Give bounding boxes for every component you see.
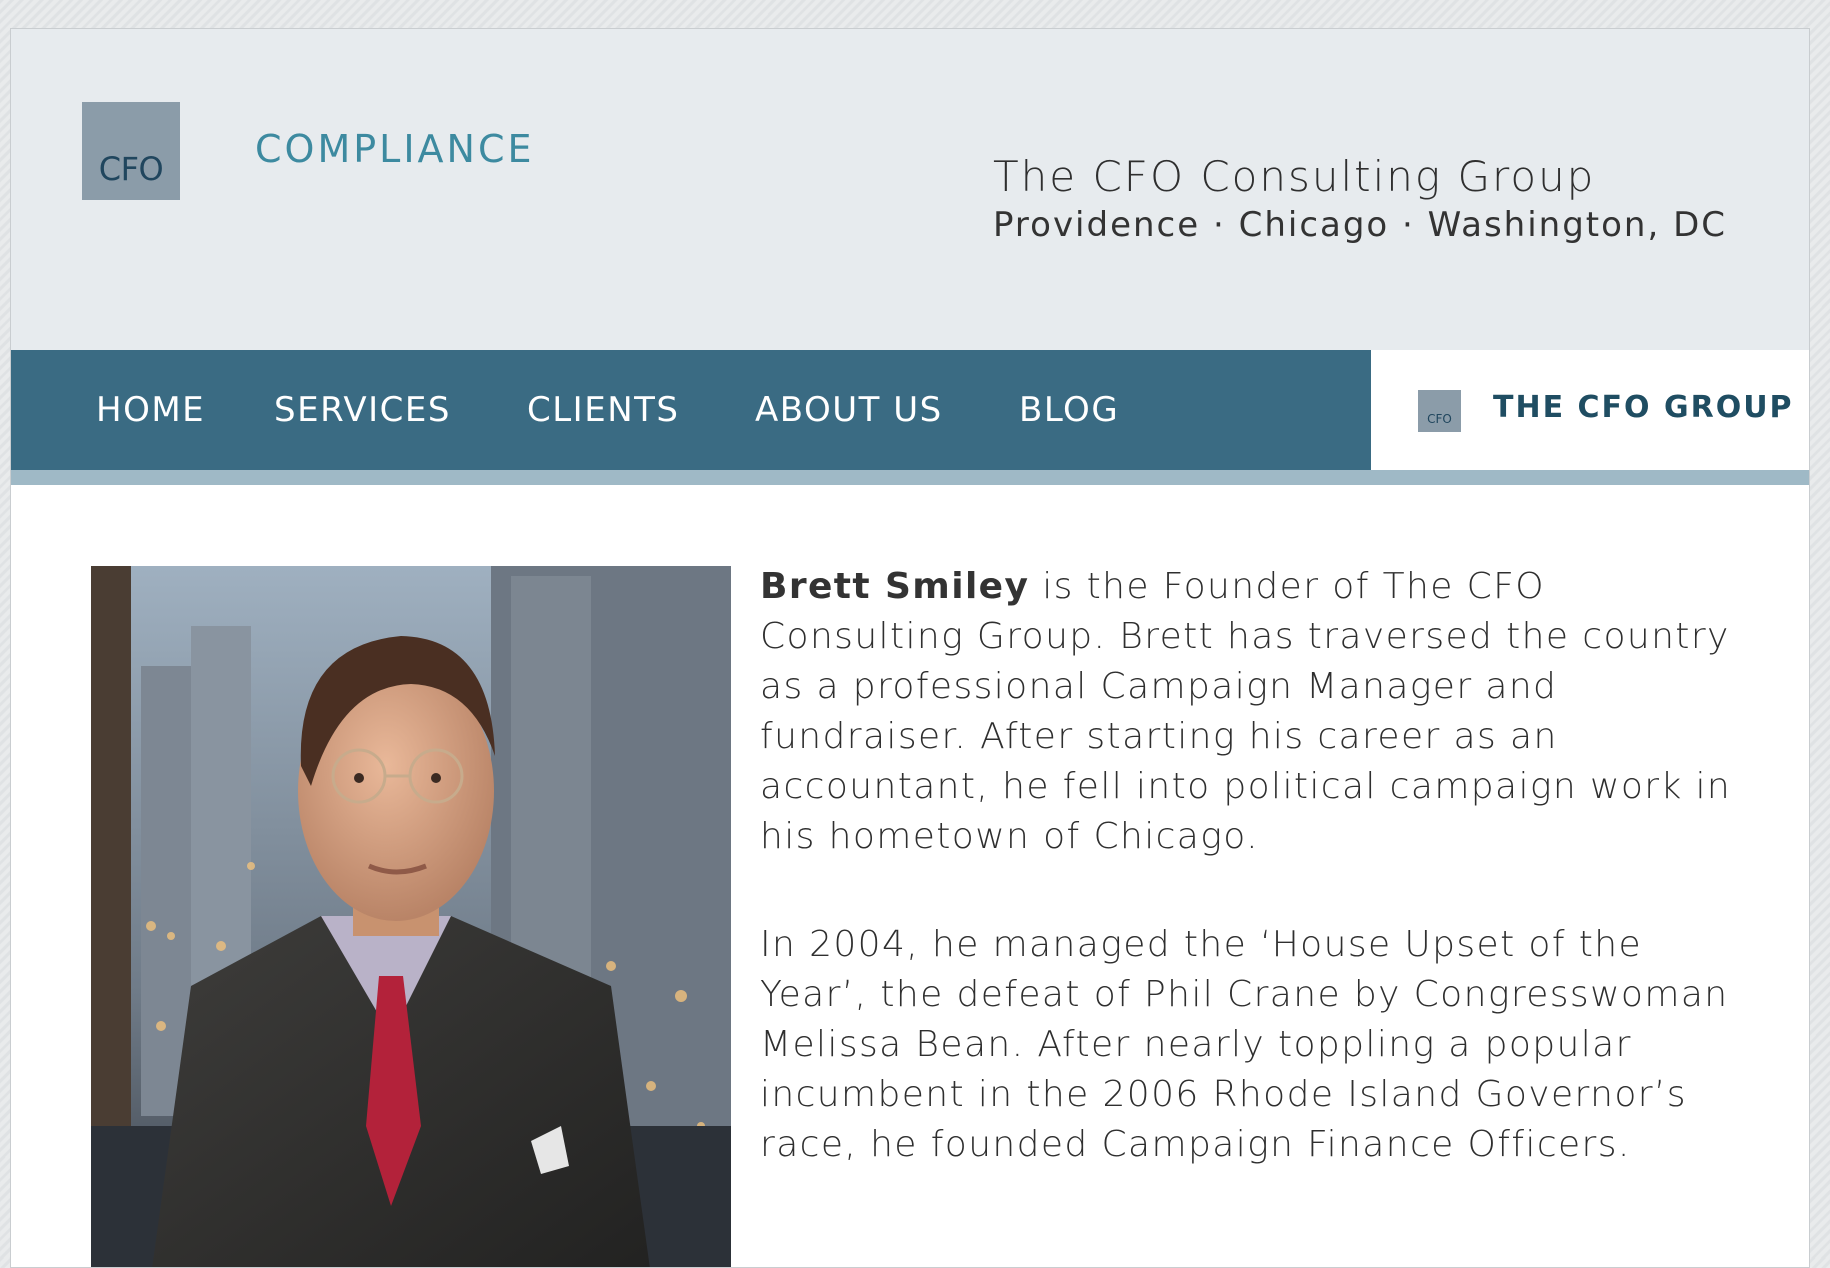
site-header: CFO COMPLIANCE The CFO Consulting Group … xyxy=(11,29,1809,350)
cfo-group-logo-text: CFO xyxy=(1427,412,1452,426)
cfo-group-logo: CFO xyxy=(1418,390,1461,432)
nav-item-home[interactable]: HOME xyxy=(96,350,205,470)
nav-item-about-us[interactable]: ABOUT US xyxy=(755,350,943,470)
cfo-logo[interactable]: CFO xyxy=(82,102,180,200)
company-name: The CFO Consulting Group xyxy=(993,152,1596,201)
bio-paragraph-1-text: is the Founder of The CFO Consulting Gro… xyxy=(760,566,1732,857)
nav-item-clients[interactable]: CLIENTS xyxy=(527,350,679,470)
main-nav: HOME SERVICES CLIENTS ABOUT US BLOG xyxy=(11,350,1371,470)
cfo-logo-text: CFO xyxy=(98,150,164,188)
cfo-group-name: THE CFO GROUP xyxy=(1493,390,1794,425)
bio-text: Brett Smiley is the Founder of The CFO C… xyxy=(760,562,1760,1228)
cfo-group-link[interactable]: CFO THE CFO GROUP xyxy=(1371,350,1809,470)
bio-name: Brett Smiley xyxy=(760,566,1030,607)
nav-item-services[interactable]: SERVICES xyxy=(274,350,451,470)
nav-item-blog[interactable]: BLOG xyxy=(1019,350,1119,470)
page-container: CFO COMPLIANCE The CFO Consulting Group … xyxy=(10,28,1810,1268)
nav-divider xyxy=(11,470,1809,485)
brand-word: COMPLIANCE xyxy=(255,127,535,171)
portrait-photo xyxy=(91,566,731,1267)
bio-paragraph-2: In 2004, he managed the ‘House Upset of … xyxy=(760,924,1729,1165)
company-locations: Providence · Chicago · Washington, DC xyxy=(993,205,1727,245)
portrait-illustration xyxy=(91,566,731,1267)
bio-paragraph-1: Brett Smiley is the Founder of The CFO C… xyxy=(760,562,1760,862)
